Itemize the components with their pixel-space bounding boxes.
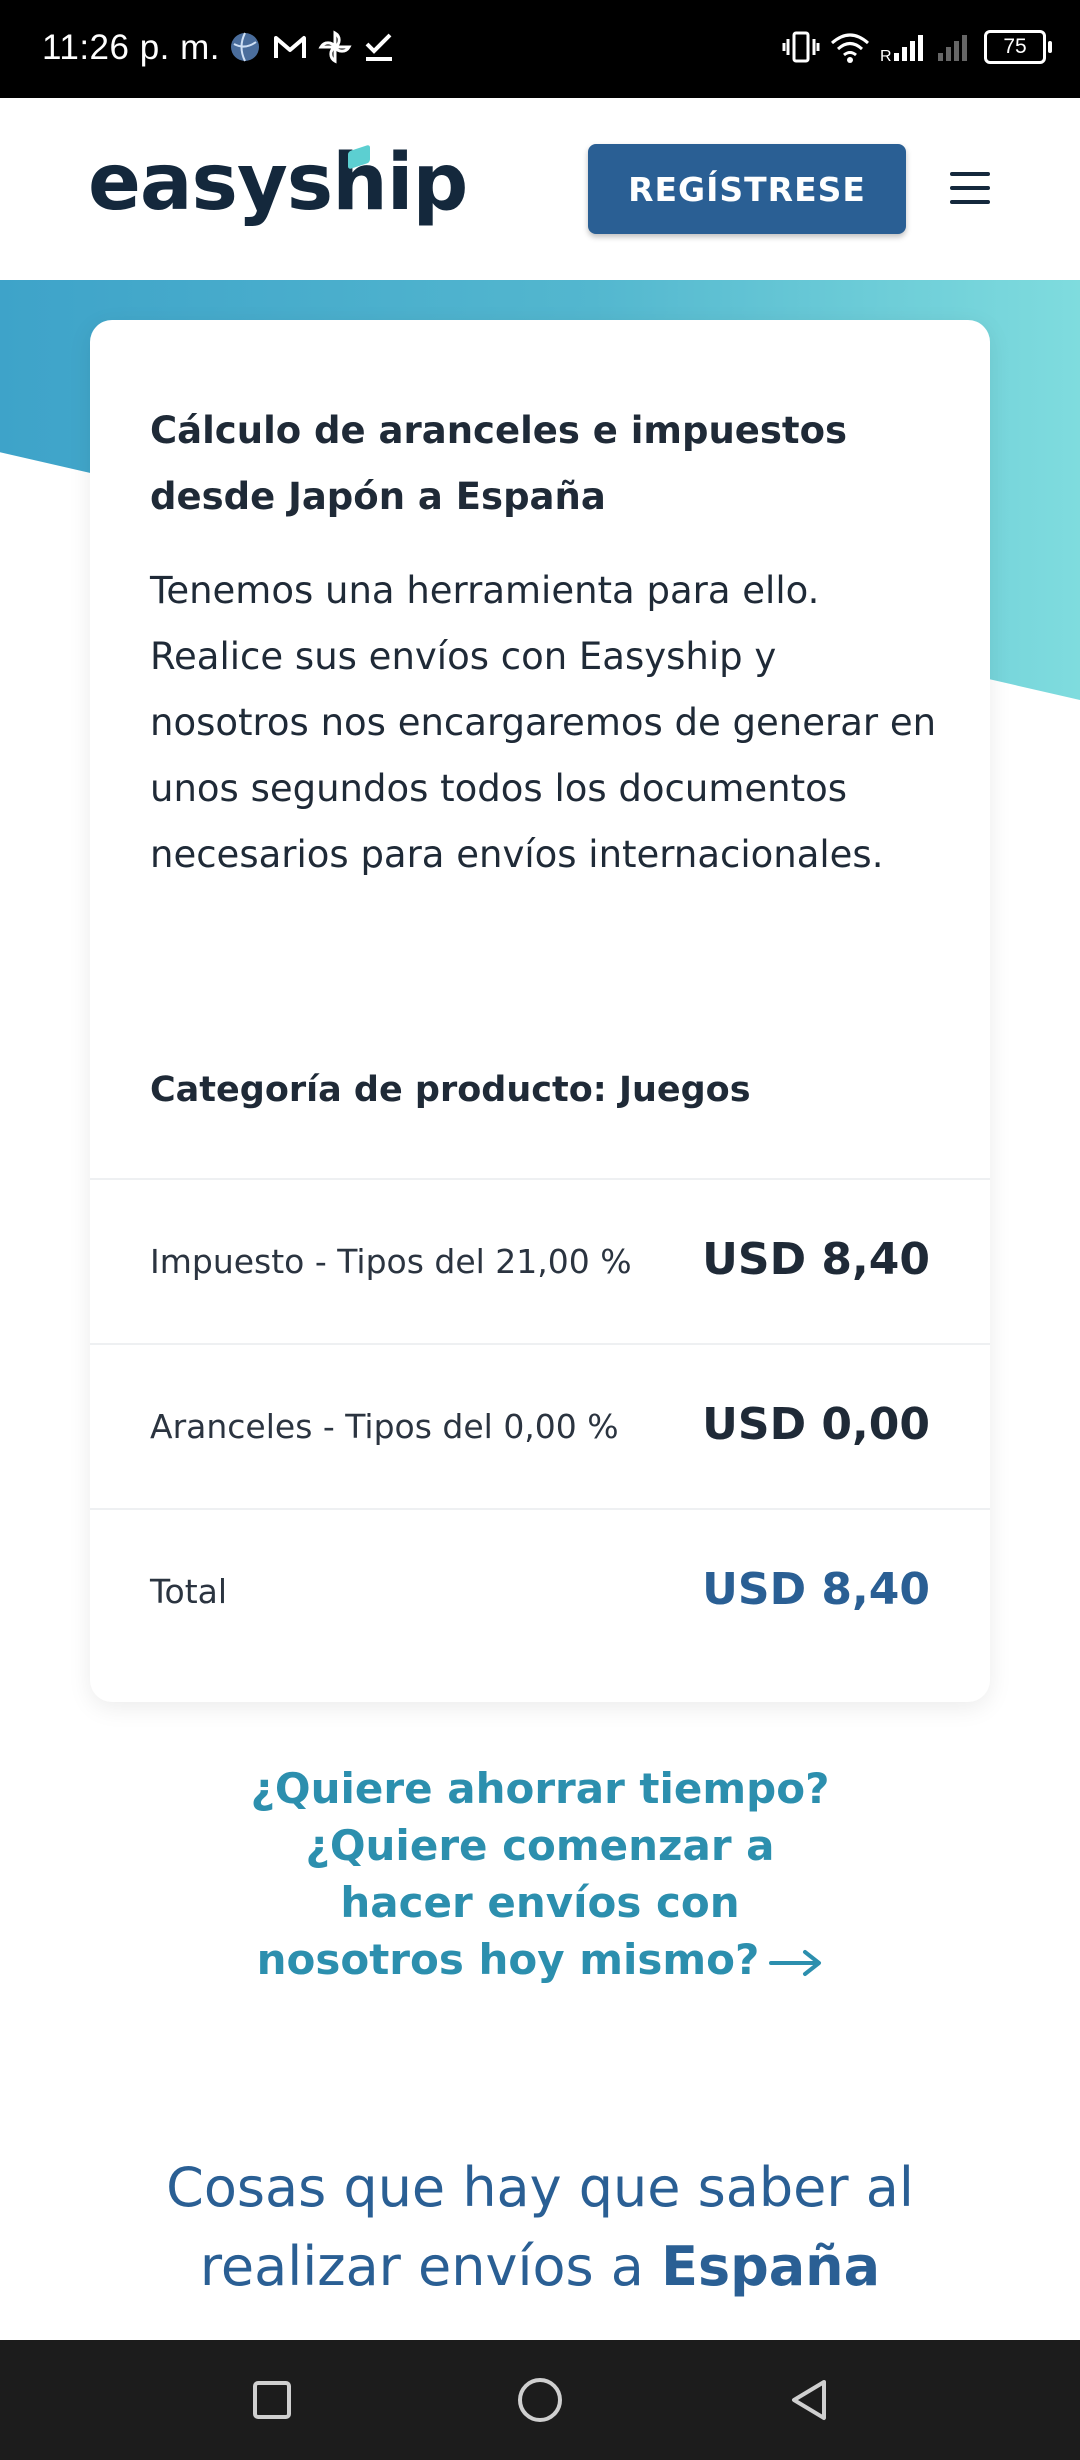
register-button[interactable]: REGÍSTRESE [588,144,906,234]
card-description: Tenemos una herramienta para ello. Reali… [150,569,937,876]
product-category: Categoría de producto: Juegos [150,1070,751,1110]
section-heading: Cosas que hay que saber al realizar enví… [90,2148,990,2306]
tax-label: Impuesto - Tipos del 21,00 % [150,1242,632,1281]
tax-value: USD 8,40 [702,1234,930,1285]
easyship-logo[interactable]: easyship [88,138,468,228]
calculation-card: Cálculo de aranceles e impuestos desde J… [90,320,990,1702]
cta-line-last: nosotros hoy mismo? [90,1931,990,1988]
total-value: USD 8,40 [702,1564,930,1615]
status-time: 11:26 p. m. [42,28,221,67]
signal-icon [938,35,967,61]
vibrate-icon [782,31,820,63]
battery-icon: 75 [984,30,1052,64]
recent-apps-icon[interactable] [248,2376,296,2424]
home-icon[interactable] [516,2376,564,2424]
duties-value: USD 0,00 [702,1399,930,1450]
heading-country: España [661,2235,881,2298]
cta-line: ¿Quiere comenzar a [305,1821,775,1870]
cta-line: hacer envíos con [340,1878,740,1927]
duties-label: Aranceles - Tipos del 0,00 % [150,1407,619,1446]
card-title: Cálculo de aranceles e impuestos desde J… [150,409,848,518]
logo-text: easyship [88,138,468,228]
notification-icons [228,30,396,64]
back-icon[interactable] [786,2376,834,2424]
hamburger-menu-icon[interactable] [950,172,990,208]
total-row: Total USD 8,40 [90,1508,990,1675]
tax-row: Impuesto - Tipos del 21,00 % USD 8,40 [90,1178,990,1345]
status-bar: 11:26 p. m. R 75 [0,0,1080,98]
cta-line: ¿Quiere ahorrar tiempo? [250,1764,830,1813]
total-label: Total [150,1572,228,1611]
globe-icon [231,32,259,62]
check-icon [365,33,392,61]
arrow-right-icon [769,1949,822,1976]
site-header: easyship REGÍSTRESE [0,98,1080,280]
system-icons: R 75 [782,30,1052,64]
duties-row: Aranceles - Tipos del 0,00 % USD 0,00 [90,1343,990,1510]
gmail-icon [274,36,306,58]
cta-line: nosotros hoy mismo? [256,1935,760,1984]
system-nav-bar [0,2340,1080,2460]
start-shipping-link[interactable]: ¿Quiere ahorrar tiempo? ¿Quiere comenzar… [90,1760,990,1988]
svg-text:R: R [880,48,892,63]
wifi-icon [831,33,869,63]
signal-icon: R [880,35,923,63]
pinwheel-icon [318,30,352,64]
